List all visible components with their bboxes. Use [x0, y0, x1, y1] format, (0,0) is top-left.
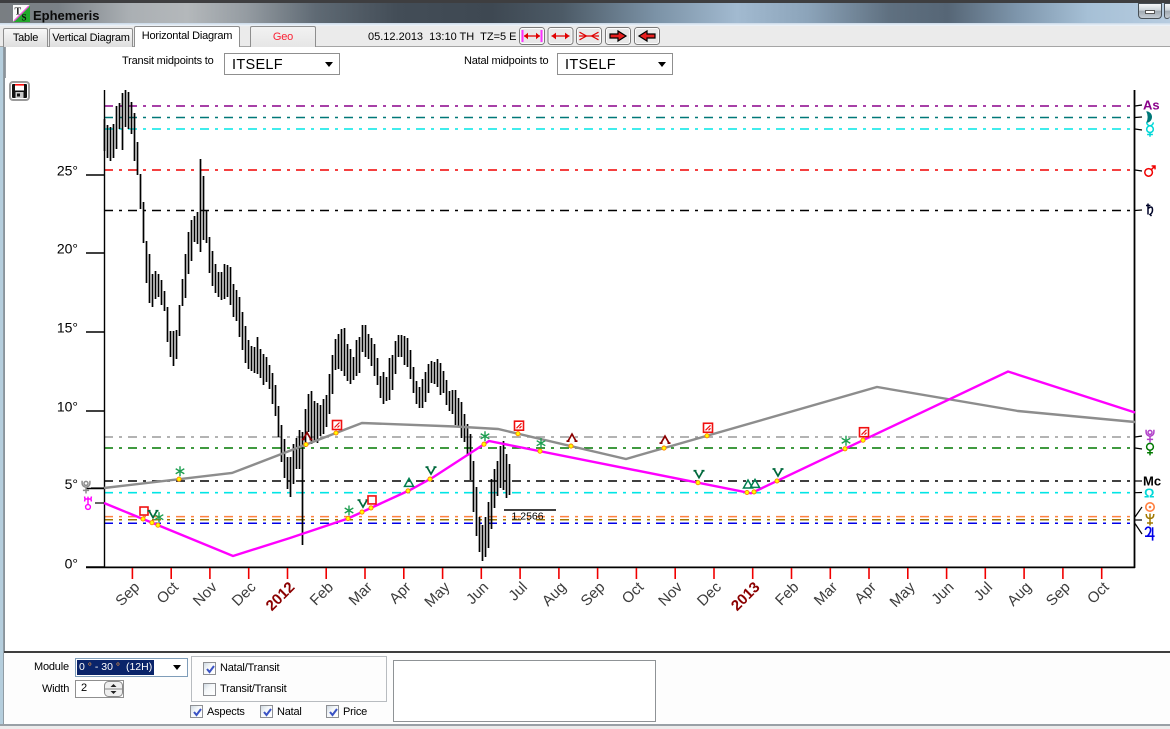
- svg-text:Jun: Jun: [928, 579, 957, 608]
- svg-text:2012: 2012: [263, 579, 299, 615]
- svg-text:1.2566: 1.2566: [512, 511, 544, 523]
- svg-text:Oct: Oct: [154, 578, 183, 607]
- svg-text:As: As: [1143, 98, 1160, 113]
- svg-text:Sep: Sep: [112, 579, 143, 610]
- svg-text:Dec: Dec: [229, 578, 260, 609]
- svg-text:Jul: Jul: [505, 579, 531, 605]
- svg-text:Ω: Ω: [1144, 486, 1154, 501]
- svg-text:Oct: Oct: [1084, 578, 1113, 607]
- svg-text:Feb: Feb: [307, 579, 337, 609]
- svg-text:May: May: [421, 578, 453, 610]
- svg-text:Sep: Sep: [578, 579, 609, 610]
- svg-text:5°: 5°: [65, 476, 78, 492]
- svg-text:Nov: Nov: [190, 578, 221, 609]
- svg-text:Dec: Dec: [694, 578, 725, 609]
- svg-text:Oct: Oct: [619, 578, 648, 607]
- svg-text:Feb: Feb: [772, 579, 802, 609]
- svg-text:Aug: Aug: [539, 579, 570, 610]
- svg-text:Mar: Mar: [811, 579, 841, 609]
- svg-text:0°: 0°: [65, 556, 78, 572]
- svg-text:Apr: Apr: [851, 579, 880, 608]
- svg-text:May: May: [887, 578, 919, 610]
- svg-text:25°: 25°: [57, 163, 78, 179]
- svg-text:15°: 15°: [57, 320, 78, 336]
- svg-text:Mar: Mar: [346, 579, 376, 609]
- svg-text:Jun: Jun: [463, 579, 492, 608]
- svg-text:Aug: Aug: [1004, 579, 1035, 610]
- svg-text:Sep: Sep: [1043, 579, 1074, 610]
- svg-text:20°: 20°: [57, 241, 78, 257]
- svg-text:2013: 2013: [728, 579, 764, 615]
- svg-text:Nov: Nov: [655, 578, 686, 609]
- svg-text:10°: 10°: [57, 399, 78, 415]
- svg-text:Apr: Apr: [386, 579, 415, 608]
- svg-text:Jul: Jul: [971, 579, 997, 605]
